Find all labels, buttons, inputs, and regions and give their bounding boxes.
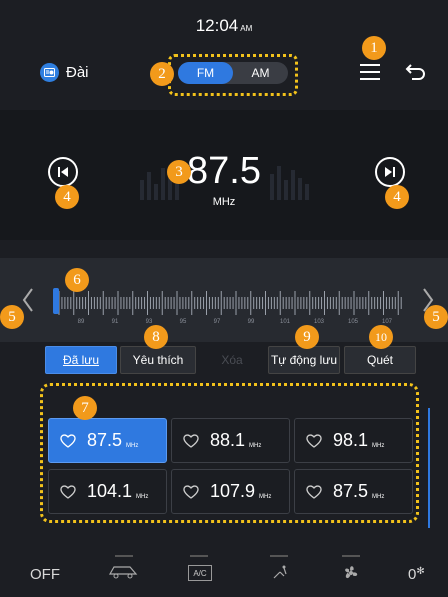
indicator-dash bbox=[270, 555, 288, 557]
preset-frequency: 87.5 bbox=[87, 430, 123, 450]
scale-label: 93 bbox=[146, 319, 153, 325]
scale-label: 105 bbox=[348, 319, 359, 325]
scale-label: 95 bbox=[180, 319, 187, 325]
callout-badge: 6 bbox=[65, 268, 89, 292]
heart-icon[interactable] bbox=[305, 484, 323, 500]
preset-frequency: 98.1 bbox=[333, 430, 369, 450]
fan-icon[interactable] bbox=[341, 564, 361, 582]
status-clock: 12:04 AM bbox=[0, 16, 448, 36]
callout-badge: 1 bbox=[362, 36, 386, 60]
preset-frequency: 104.1 bbox=[87, 481, 133, 501]
scale-label: 97 bbox=[214, 319, 221, 325]
scale-label: 101 bbox=[280, 319, 291, 325]
preset-frequency: 88.1 bbox=[210, 430, 246, 450]
scale-label: 103 bbox=[314, 319, 325, 325]
preset-frequency: 87.5 bbox=[333, 481, 369, 501]
fan-level: 0✻ bbox=[408, 566, 425, 583]
radio-icon bbox=[40, 63, 59, 82]
scan-button[interactable]: Quét bbox=[344, 346, 416, 374]
preset-unit: MHz bbox=[372, 442, 385, 449]
preset-unit: MHz bbox=[249, 442, 262, 449]
tab-saved[interactable]: Đã lưu bbox=[45, 346, 117, 374]
airflow-icon[interactable] bbox=[268, 564, 292, 582]
highlight-frame-band bbox=[168, 54, 298, 96]
callout-badge: 4 bbox=[55, 185, 79, 209]
preset-unit: MHz bbox=[126, 442, 139, 449]
indicator-dash bbox=[342, 555, 360, 557]
heart-icon[interactable] bbox=[182, 484, 200, 500]
scrollbar[interactable] bbox=[428, 408, 430, 528]
scale-label: 89 bbox=[78, 319, 85, 325]
preset-frequency: 107.9 bbox=[210, 481, 256, 501]
clock-time: 12:04 bbox=[195, 16, 239, 35]
callout-badge: 9 bbox=[295, 325, 319, 349]
preset-unit: MHz bbox=[259, 493, 272, 500]
preset-unit: MHz bbox=[372, 493, 385, 500]
fan-small-icon: ✻ bbox=[416, 566, 425, 577]
callout-badge: 7 bbox=[73, 396, 97, 420]
heart-icon[interactable] bbox=[59, 484, 77, 500]
scale-label: 99 bbox=[248, 319, 255, 325]
callout-badge: 5 bbox=[0, 305, 24, 329]
tab-favorite[interactable]: Yêu thích bbox=[120, 346, 196, 374]
callout-badge: 2 bbox=[150, 62, 174, 86]
callout-badge: 3 bbox=[167, 160, 191, 184]
scale-label: 107 bbox=[382, 319, 393, 325]
ac-button[interactable]: A/C bbox=[188, 565, 212, 581]
preset-button[interactable]: 87.5 MHz bbox=[294, 469, 413, 514]
heart-icon[interactable] bbox=[305, 433, 323, 449]
indicator-dash bbox=[115, 555, 133, 557]
preset-button[interactable]: 98.1 MHz bbox=[294, 418, 413, 463]
preset-button[interactable]: 104.1 MHz bbox=[48, 469, 167, 514]
page-title: Đài bbox=[66, 64, 89, 81]
heart-icon[interactable] bbox=[59, 433, 77, 449]
preset-unit: MHz bbox=[136, 493, 149, 500]
callout-badge: 10 bbox=[369, 325, 393, 349]
callout-badge: 5 bbox=[424, 305, 448, 329]
preset-button[interactable]: 107.9 MHz bbox=[171, 469, 290, 514]
delete-button[interactable]: Xóa bbox=[196, 346, 268, 374]
tuner-needle[interactable] bbox=[53, 288, 59, 314]
clock-ampm: AM bbox=[240, 24, 253, 33]
callout-badge: 8 bbox=[144, 325, 168, 349]
back-icon[interactable] bbox=[404, 60, 428, 82]
preset-button[interactable]: 88.1 MHz bbox=[171, 418, 290, 463]
preset-button[interactable]: 87.5 MHz bbox=[48, 418, 167, 463]
heart-icon[interactable] bbox=[182, 433, 200, 449]
auto-save-button[interactable]: Tự động lưu bbox=[268, 346, 340, 374]
scale-label: 91 bbox=[112, 319, 119, 325]
car-recirculation-icon[interactable] bbox=[106, 562, 142, 580]
indicator-dash bbox=[190, 555, 208, 557]
callout-badge: 4 bbox=[385, 185, 409, 209]
menu-icon[interactable] bbox=[360, 63, 380, 81]
climate-off-button[interactable]: OFF bbox=[30, 566, 60, 583]
frequency-scale[interactable]: 89 91 93 95 97 99 101 103 105 107 bbox=[55, 285, 403, 325]
